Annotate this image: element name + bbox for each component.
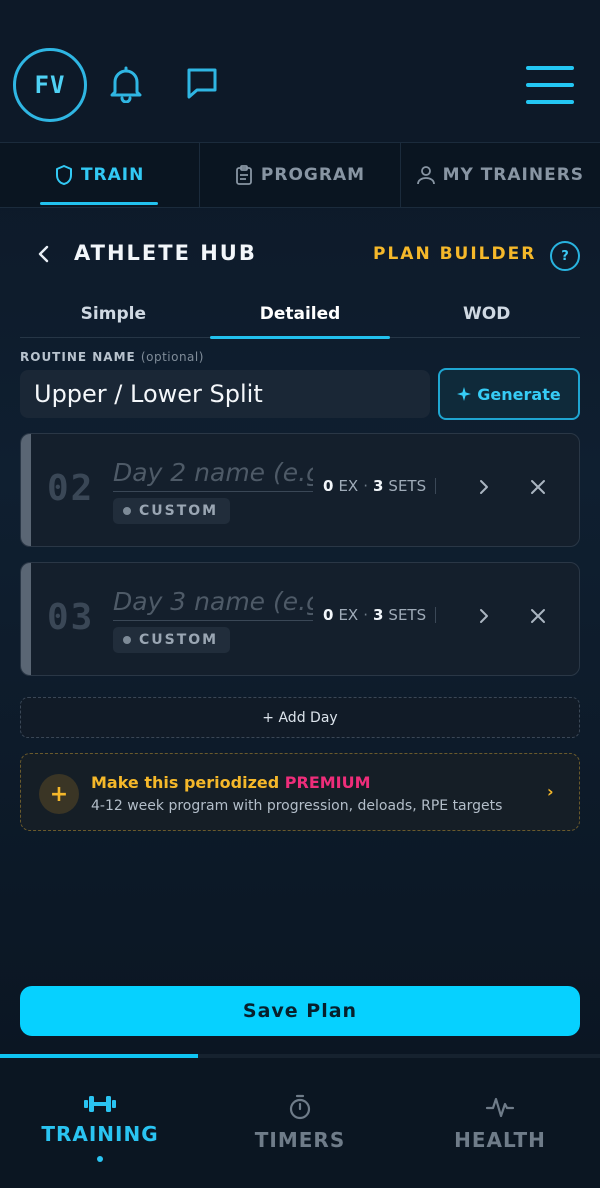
chevron-right-icon: › [547, 782, 554, 801]
chat-icon[interactable] [180, 62, 224, 106]
routine-name-input[interactable] [20, 370, 430, 418]
avatar[interactable]: FV [13, 48, 87, 122]
nav-timers[interactable]: TIMERS [200, 1058, 400, 1188]
active-nav-dot [97, 1156, 103, 1162]
remove-day-button[interactable] [526, 475, 550, 499]
sets-unit: SETS [388, 606, 427, 624]
page-title: ATHLETE HUB [74, 241, 257, 265]
routine-name-label-text: ROUTINE NAME [20, 350, 136, 364]
remove-day-button[interactable] [526, 604, 550, 628]
exercise-count: 0 [323, 477, 334, 495]
chevron-right-icon [480, 480, 488, 494]
main-tabs: TRAIN PROGRAM MY TRAINERS [0, 142, 600, 208]
premium-tag: PREMIUM [284, 773, 371, 792]
periodized-premium-banner[interactable]: + Make this periodized PREMIUM 4-12 week… [20, 753, 580, 831]
person-icon [416, 166, 435, 185]
custom-badge[interactable]: CUSTOM [113, 627, 231, 653]
badge-label: CUSTOM [139, 632, 219, 648]
routine-name-label: ROUTINE NAME (optional) [20, 350, 204, 364]
plus-icon: + [39, 774, 79, 814]
active-tab-indicator [40, 202, 158, 205]
save-plan-button[interactable]: Save Plan [20, 986, 580, 1036]
builder-mode-tabs: Simple Detailed WOD [20, 290, 580, 339]
tab-simple[interactable]: Simple [20, 290, 207, 337]
badge-dot [123, 507, 131, 515]
nav-timers-label: TIMERS [254, 1128, 346, 1152]
badge-label: CUSTOM [139, 503, 219, 519]
day-number: 02 [47, 468, 95, 509]
expand-day-button[interactable] [472, 475, 496, 499]
stopwatch-icon [289, 1094, 311, 1120]
tab-train-label: TRAIN [80, 165, 145, 185]
generate-label: Generate [477, 384, 561, 404]
tab-detailed[interactable]: Detailed [207, 290, 394, 339]
sets-count: 3 [372, 477, 384, 495]
nav-training-label: TRAINING [41, 1122, 159, 1146]
day-card: 02 CUSTOM 0 EX · 3 SETS [20, 433, 580, 547]
plan-builder-label: PLAN BUILDER [373, 244, 537, 264]
day-name-input[interactable] [113, 454, 313, 492]
dumbbell-icon [84, 1096, 116, 1112]
stats-separator: · [363, 477, 368, 495]
nav-health[interactable]: HEALTH [400, 1058, 600, 1188]
back-button[interactable] [30, 240, 58, 268]
sets-count: 3 [372, 606, 384, 624]
stats-separator: · [363, 606, 368, 624]
optional-hint: (optional) [140, 350, 204, 364]
premium-title-text: Make this periodized [91, 773, 280, 792]
clipboard-icon [236, 165, 252, 185]
day-card-drag-handle[interactable] [21, 434, 31, 546]
day-name-input[interactable] [113, 583, 313, 621]
shield-icon [55, 165, 72, 185]
top-bar: FV [0, 0, 600, 142]
day-number: 03 [47, 597, 95, 638]
tab-program-label: PROGRAM [260, 165, 366, 185]
exercise-unit: EX [338, 477, 359, 495]
tab-my-trainers[interactable]: MY TRAINERS [401, 143, 600, 207]
close-icon [531, 480, 545, 494]
stats-divider [435, 478, 437, 494]
tab-my-trainers-label: MY TRAINERS [442, 165, 585, 185]
sets-unit: SETS [388, 477, 427, 495]
bottom-nav: TRAINING TIMERS HEALTH [0, 1058, 600, 1188]
premium-subtitle: 4-12 week program with progression, delo… [91, 798, 503, 814]
badge-dot [123, 636, 131, 644]
day-stats: 0 EX · 3 SETS [323, 477, 437, 495]
expand-day-button[interactable] [472, 604, 496, 628]
chevron-left-icon [38, 245, 49, 263]
hamburger-menu-icon[interactable] [526, 66, 574, 104]
exercise-unit: EX [338, 606, 359, 624]
day-card-drag-handle[interactable] [21, 563, 31, 675]
tab-wod[interactable]: WOD [393, 290, 580, 337]
nav-health-label: HEALTH [454, 1128, 546, 1152]
pulse-icon [485, 1097, 515, 1118]
stats-divider [435, 607, 437, 623]
bell-icon[interactable] [104, 62, 148, 106]
close-icon [531, 609, 545, 623]
sparkle-icon [457, 387, 472, 401]
premium-title: Make this periodized PREMIUM [91, 773, 371, 792]
chevron-right-icon [480, 609, 488, 623]
custom-badge[interactable]: CUSTOM [113, 498, 231, 524]
help-button[interactable]: ? [550, 241, 580, 271]
day-card: 03 CUSTOM 0 EX · 3 SETS [20, 562, 580, 676]
tab-train[interactable]: TRAIN [0, 143, 201, 207]
tab-program[interactable]: PROGRAM [200, 143, 401, 207]
nav-training[interactable]: TRAINING [0, 1058, 200, 1188]
exercise-count: 0 [323, 606, 334, 624]
add-day-button[interactable]: + Add Day [20, 697, 580, 738]
generate-button[interactable]: Generate [438, 368, 580, 420]
day-stats: 0 EX · 3 SETS [323, 606, 437, 624]
